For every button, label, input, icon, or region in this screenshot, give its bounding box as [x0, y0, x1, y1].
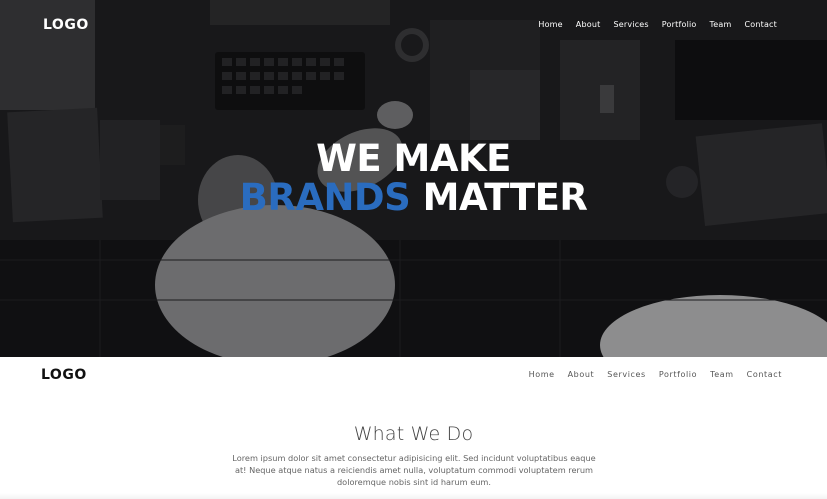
section-divider [0, 493, 827, 499]
hero-nav-home[interactable]: Home [538, 20, 562, 29]
hero-headline-line2: BRANDS MATTER [0, 176, 827, 219]
hero-nav-about[interactable]: About [576, 20, 601, 29]
header-nav-services[interactable]: Services [607, 370, 646, 379]
what-we-do-text: Lorem ipsum dolor sit amet consectetur a… [232, 453, 596, 487]
hero-nav: Home About Services Portfolio Team Conta… [525, 20, 777, 29]
header-nav-home[interactable]: Home [529, 370, 555, 379]
header-nav-about[interactable]: About [568, 370, 595, 379]
site-header: LOGO Home About Services Portfolio Team … [0, 357, 827, 395]
hero-nav-contact[interactable]: Contact [744, 20, 777, 29]
hero-logo[interactable]: LOGO [43, 17, 89, 33]
hero-nav-portfolio[interactable]: Portfolio [662, 20, 697, 29]
header-nav: Home About Services Portfolio Team Conta… [516, 370, 782, 379]
header-logo[interactable]: LOGO [41, 367, 87, 383]
hero-headline-line1: WE MAKE [316, 137, 511, 180]
header-nav-portfolio[interactable]: Portfolio [659, 370, 697, 379]
hero-headline-rest: MATTER [422, 176, 588, 219]
hero-section: LOGO Home About Services Portfolio Team … [0, 0, 827, 357]
hero-nav-team[interactable]: Team [710, 20, 732, 29]
hero-nav-services[interactable]: Services [613, 20, 648, 29]
header-nav-team[interactable]: Team [710, 370, 734, 379]
what-we-do-title: What We Do [353, 423, 474, 445]
header-nav-contact[interactable]: Contact [747, 370, 782, 379]
hero-headline-accent: BRANDS [239, 176, 411, 219]
